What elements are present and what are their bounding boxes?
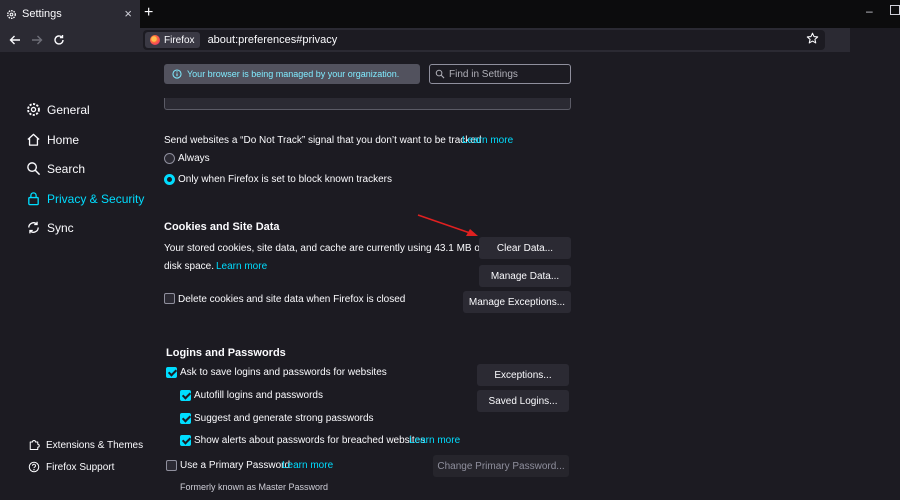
identity-box[interactable]: Firefox bbox=[145, 32, 200, 48]
star-icon[interactable] bbox=[806, 32, 819, 45]
managed-banner: Your browser is being managed by your or… bbox=[164, 64, 420, 84]
delete-cookies-on-close-label[interactable]: Delete cookies and site data when Firefo… bbox=[178, 294, 405, 305]
breach-alerts-learn-more-link[interactable]: Learn more bbox=[409, 435, 460, 446]
dnt-radio-only-when-blocking-label[interactable]: Only when Firefox is set to block known … bbox=[178, 174, 392, 185]
search-icon bbox=[435, 69, 445, 79]
dnt-text: Send websites a “Do Not Track” signal th… bbox=[164, 135, 482, 146]
sidebar-item-label: Extensions & Themes bbox=[46, 439, 144, 451]
sidebar-item-home[interactable]: Home bbox=[26, 132, 79, 147]
sidebar-item-label: Search bbox=[47, 161, 86, 176]
dnt-learn-more-link[interactable]: Learn more bbox=[462, 135, 513, 146]
firefox-logo-icon bbox=[150, 35, 160, 45]
tab-bar: Settings × + – bbox=[0, 0, 900, 28]
sync-icon bbox=[28, 221, 39, 234]
scrolled-panel-edge bbox=[164, 98, 571, 110]
tab-title: Settings bbox=[22, 8, 62, 20]
lock-icon bbox=[28, 192, 39, 206]
cookies-description: Your stored cookies, site data, and cach… bbox=[164, 243, 483, 254]
clear-data-button[interactable]: Clear Data... bbox=[479, 237, 571, 259]
saved-logins-button[interactable]: Saved Logins... bbox=[477, 390, 569, 412]
delete-cookies-on-close-checkbox[interactable] bbox=[164, 293, 175, 304]
autofill-logins-label[interactable]: Autofill logins and passwords bbox=[194, 390, 323, 401]
new-tab-button[interactable]: + bbox=[144, 4, 153, 22]
arrow-right-icon bbox=[32, 35, 43, 45]
arrow-left-icon bbox=[9, 35, 20, 45]
gear-icon bbox=[7, 9, 16, 19]
dnt-radio-always[interactable] bbox=[164, 153, 175, 164]
nav-bar: Firefox about:preferences#privacy bbox=[0, 28, 900, 52]
reload-button[interactable] bbox=[50, 31, 68, 49]
ask-save-logins-checkbox[interactable] bbox=[166, 367, 177, 378]
sidebar-item-label: Home bbox=[47, 132, 80, 147]
managed-banner-text: Your browser is being managed by your or… bbox=[187, 69, 400, 79]
primary-password-label[interactable]: Use a Primary Password bbox=[180, 460, 290, 471]
sidebar-item-label: Privacy & Security bbox=[47, 191, 145, 206]
primary-password-checkbox[interactable] bbox=[166, 460, 177, 471]
tab-settings[interactable]: Settings × bbox=[0, 0, 140, 28]
change-primary-password-button[interactable]: Change Primary Password... bbox=[433, 455, 569, 477]
url-bar[interactable]: Firefox about:preferences#privacy bbox=[143, 30, 825, 50]
sidebar-item-general[interactable]: General bbox=[26, 102, 90, 117]
sidebar-item-label: Firefox Support bbox=[46, 461, 115, 473]
search-placeholder: Find in Settings bbox=[449, 68, 518, 80]
formerly-master-password-note: Formerly known as Master Password bbox=[180, 482, 329, 492]
sidebar-item-label: Sync bbox=[47, 220, 74, 235]
sidebar-item-extensions-themes[interactable]: Extensions & Themes bbox=[28, 439, 143, 451]
primary-password-learn-more-link[interactable]: Learn more bbox=[282, 460, 333, 471]
url-text[interactable]: about:preferences#privacy bbox=[208, 34, 338, 46]
ask-save-logins-label[interactable]: Ask to save logins and passwords for web… bbox=[180, 367, 387, 378]
manage-exceptions-button[interactable]: Manage Exceptions... bbox=[463, 291, 571, 313]
help-icon bbox=[28, 461, 40, 473]
identity-label: Firefox bbox=[164, 34, 195, 46]
logins-exceptions-button[interactable]: Exceptions... bbox=[477, 364, 569, 386]
toolbar-spacer bbox=[850, 28, 900, 52]
cookies-description-line2: disk space. bbox=[164, 261, 215, 272]
dnt-radio-always-label[interactable]: Always bbox=[178, 153, 210, 164]
settings-search-input[interactable]: Find in Settings bbox=[429, 64, 571, 84]
search-icon bbox=[27, 162, 41, 176]
suggest-passwords-label[interactable]: Suggest and generate strong passwords bbox=[194, 413, 374, 424]
sidebar: General Home Search Privacy & Security S… bbox=[0, 52, 150, 500]
sidebar-item-label: General bbox=[47, 102, 90, 117]
suggest-passwords-checkbox[interactable] bbox=[180, 413, 191, 424]
gear-icon bbox=[27, 103, 40, 116]
puzzle-icon bbox=[29, 440, 40, 451]
sidebar-item-sync[interactable]: Sync bbox=[26, 220, 74, 235]
breach-alerts-label[interactable]: Show alerts about passwords for breached… bbox=[194, 435, 425, 446]
autofill-logins-checkbox[interactable] bbox=[180, 390, 191, 401]
maximize-button[interactable] bbox=[890, 5, 900, 15]
sidebar-item-privacy-security[interactable]: Privacy & Security bbox=[26, 191, 144, 206]
sidebar-item-firefox-support[interactable]: Firefox Support bbox=[28, 461, 114, 473]
sidebar-item-search[interactable]: Search bbox=[26, 161, 85, 176]
reload-icon bbox=[54, 35, 64, 45]
close-icon[interactable]: × bbox=[124, 6, 132, 22]
home-icon bbox=[27, 133, 40, 146]
info-icon bbox=[172, 69, 182, 79]
forward-button[interactable] bbox=[28, 31, 46, 49]
back-button[interactable] bbox=[6, 31, 24, 49]
logins-heading: Logins and Passwords bbox=[166, 347, 286, 359]
breach-alerts-checkbox[interactable] bbox=[180, 435, 191, 446]
cookies-learn-more-link[interactable]: Learn more bbox=[216, 261, 267, 272]
cookies-heading: Cookies and Site Data bbox=[164, 221, 280, 233]
manage-data-button[interactable]: Manage Data... bbox=[479, 265, 571, 287]
dnt-radio-only-when-blocking[interactable] bbox=[164, 174, 175, 185]
minimize-button[interactable]: – bbox=[866, 4, 873, 18]
